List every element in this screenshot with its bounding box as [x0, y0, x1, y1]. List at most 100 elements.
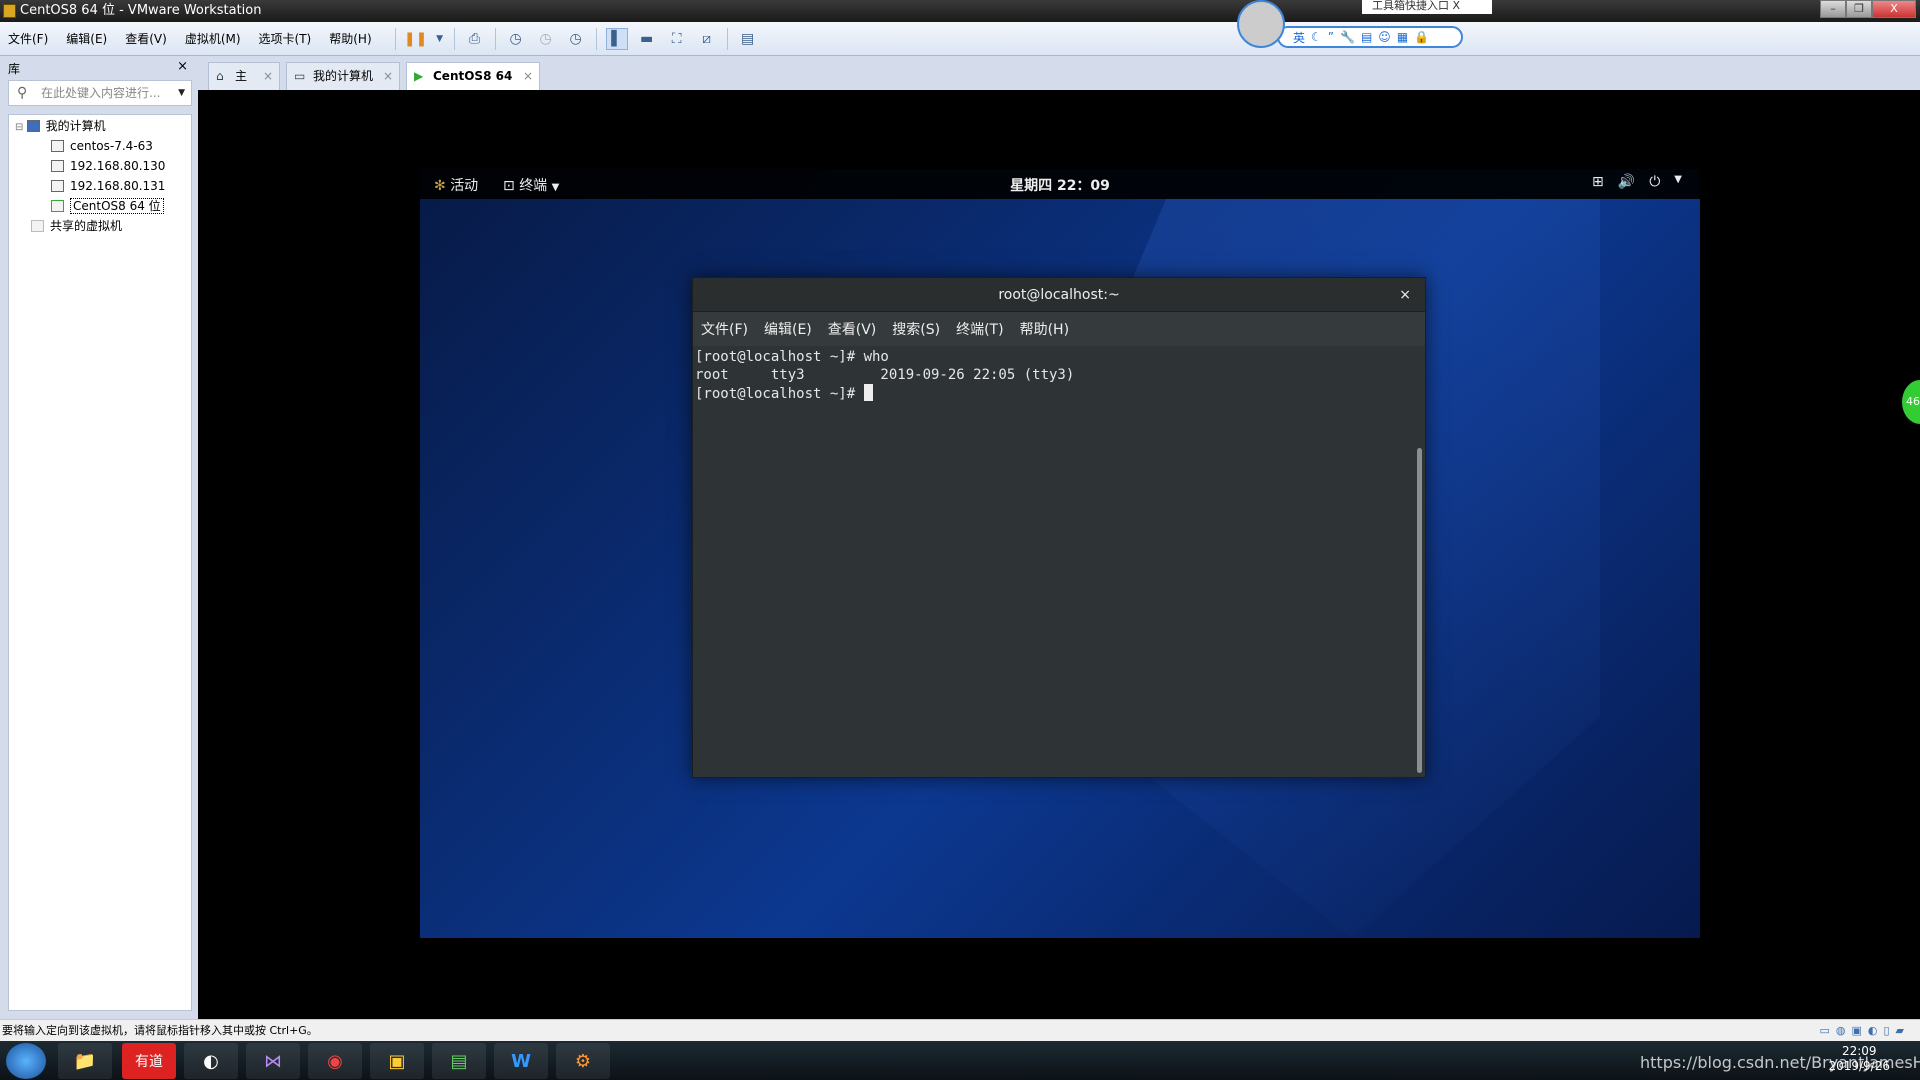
menu-edit[interactable]: 编辑(E): [66, 30, 107, 47]
taskbar-browser-icon[interactable]: ◐: [184, 1043, 238, 1079]
term-menu-view[interactable]: 查看(V): [828, 319, 877, 339]
ime-tooltip: 工具箱快捷入口 X: [1362, 0, 1492, 14]
search-icon: ⚲: [17, 85, 28, 101]
moon-icon[interactable]: ☾: [1311, 30, 1322, 44]
emoji-icon[interactable]: ☺: [1378, 30, 1391, 44]
tab-home[interactable]: ⌂主页×: [208, 62, 280, 109]
tree-item-my-computer[interactable]: ⊟ 我的计算机: [15, 117, 106, 135]
taskbar-word-icon[interactable]: W: [494, 1043, 548, 1079]
taskbar-clock[interactable]: 22:09 2019/9/26: [1828, 1044, 1890, 1074]
tree-item-shared[interactable]: 共享的虚拟机: [31, 217, 122, 235]
taskbar-visual-studio-icon[interactable]: ⋈: [246, 1043, 300, 1079]
menu-help[interactable]: 帮助(H): [329, 30, 371, 47]
computer-icon: ▭: [294, 69, 306, 83]
vm-running-icon: ▶: [414, 69, 424, 83]
tooltip-close[interactable]: X: [1453, 0, 1461, 12]
taskbar-chrome-icon[interactable]: ◉: [308, 1043, 362, 1079]
system-tray[interactable]: ⊞ 🔊 ⏻ ▼: [1592, 174, 1682, 190]
vm-running-icon: [51, 200, 64, 212]
computer-icon: [26, 120, 40, 132]
menu-view[interactable]: 查看(V): [125, 30, 167, 47]
snapshot-manager-icon[interactable]: ◷: [565, 28, 587, 50]
library-close-icon[interactable]: ×: [177, 59, 188, 74]
wrench-icon[interactable]: 🔧: [1340, 30, 1355, 44]
taskbar-terminal-icon[interactable]: ▤: [432, 1043, 486, 1079]
console-view-icon[interactable]: ▤: [737, 28, 759, 50]
volume-icon: 🔊: [1617, 174, 1636, 190]
library-tree: ⊟ 我的计算机 centos-7.4-63 192.168.80.130 192…: [8, 114, 192, 1011]
snapshot-icon[interactable]: ◷: [505, 28, 527, 50]
vm-icon: [51, 140, 64, 152]
terminal-menubar: 文件(F) 编辑(E) 查看(V) 搜索(S) 终端(T) 帮助(H): [693, 312, 1425, 346]
device-icons[interactable]: ▭◍▣◐▯▰: [1820, 1020, 1911, 1041]
tree-item-vm-selected[interactable]: CentOS8 64 位: [51, 197, 164, 215]
vm-icon: [51, 160, 64, 172]
tab-close-icon[interactable]: ×: [523, 63, 533, 89]
clipboard-icon[interactable]: ▤: [1361, 30, 1372, 44]
cursor: [863, 384, 873, 401]
tab-my-computer[interactable]: ▭ 我的计算机 ×: [286, 62, 400, 90]
term-menu-file[interactable]: 文件(F): [701, 319, 748, 339]
network-icon: ⊞: [1592, 174, 1604, 190]
taskbar: 📁 有道 ◐ ⋈ ◉ ▣ ▤ W ⚙ https://blog.csdn.net…: [0, 1041, 1920, 1080]
tree-item-vm[interactable]: centos-7.4-63: [51, 137, 153, 155]
restore-button[interactable]: ❐: [1846, 0, 1872, 18]
taskbar-explorer-icon[interactable]: 📁: [58, 1043, 112, 1079]
vm-icon: [51, 180, 64, 192]
minimize-button[interactable]: –: [1820, 0, 1846, 18]
term-menu-edit[interactable]: 编辑(E): [764, 319, 812, 339]
power-icon: ⏻: [1649, 174, 1661, 190]
terminal-window[interactable]: root@localhost:~ × 文件(F) 编辑(E) 查看(V) 搜索(S…: [692, 277, 1426, 778]
revert-snapshot-icon[interactable]: ◷: [535, 28, 557, 50]
status-message: 要将输入定向到该虚拟机，请将鼠标指针移入其中或按 Ctrl+G。: [2, 1024, 318, 1037]
tree-item-vm[interactable]: 192.168.80.130: [51, 157, 165, 175]
window-title: CentOS8 64 位 - VMware Workstation: [20, 3, 262, 18]
ime-avatar[interactable]: [1237, 0, 1285, 48]
lock-icon[interactable]: 🔒: [1414, 30, 1429, 44]
chevron-down-icon: ▼: [1674, 174, 1682, 185]
term-menu-help[interactable]: 帮助(H): [1020, 319, 1069, 339]
chevron-down-icon[interactable]: ▼: [435, 28, 445, 50]
taskbar-app-icon[interactable]: ▣: [370, 1043, 424, 1079]
clock[interactable]: 星期四 22：09: [420, 175, 1700, 195]
term-menu-search[interactable]: 搜索(S): [892, 319, 940, 339]
punctuation-icon[interactable]: ”: [1328, 30, 1334, 44]
terminal-titlebar: root@localhost:~ ×: [693, 278, 1425, 312]
library-search-input[interactable]: ⚲ 在此处键入内容进行... ▼: [8, 80, 192, 106]
send-ctrl-alt-del-icon[interactable]: ⎙: [464, 28, 486, 50]
menu-tabs[interactable]: 选项卡(T): [259, 30, 312, 47]
pause-icon[interactable]: ❚❚: [404, 28, 427, 50]
ime-toolbar: 工具箱快捷入口 X 英 ☾ ” 🔧 ▤ ☺ ▦ 🔒: [1237, 0, 1492, 51]
tree-item-vm[interactable]: 192.168.80.131: [51, 177, 165, 195]
thumbnail-bar-icon[interactable]: ▬: [636, 28, 658, 50]
gnome-topbar: ✻ 活动 ⊡ 终端 ▼ 星期四 22：09 ⊞ 🔊 ⏻ ▼: [420, 169, 1700, 199]
menu-file[interactable]: 文件(F): [8, 30, 48, 47]
library-view-icon[interactable]: ▌: [605, 27, 628, 50]
unity-icon[interactable]: ⧄: [696, 28, 718, 50]
close-icon[interactable]: ×: [1399, 278, 1411, 312]
library-panel: 库 × ⚲ 在此处键入内容进行... ▼ ⊟ 我的计算机 centos-7.4-63…: [0, 56, 198, 1019]
menubar: 文件(F) 编辑(E) 查看(V) 虚拟机(M) 选项卡(T) 帮助(H) ❚❚…: [0, 22, 1920, 56]
taskbar-ide-icon[interactable]: ⚙: [556, 1043, 610, 1079]
fullscreen-icon[interactable]: ⛶: [666, 28, 688, 50]
tab-close-icon[interactable]: ×: [263, 63, 273, 89]
taskbar-youdao-icon[interactable]: 有道: [122, 1043, 176, 1079]
home-icon: ⌂: [216, 69, 224, 83]
terminal-line: root tty3 2019-09-26 22:05 (tty3): [695, 367, 1075, 383]
term-menu-terminal[interactable]: 终端(T): [956, 319, 1003, 339]
scrollbar[interactable]: [1417, 448, 1422, 773]
close-button[interactable]: X: [1872, 0, 1916, 18]
chevron-down-icon[interactable]: ▼: [178, 81, 185, 105]
window-titlebar: CentOS8 64 位 - VMware Workstation – ❐ X: [0, 0, 1920, 22]
tab-close-icon[interactable]: ×: [383, 63, 393, 89]
tab-centos8[interactable]: ▶CentOS8 64 位×: [406, 62, 540, 109]
menu-vm[interactable]: 虚拟机(M): [185, 30, 241, 47]
ime-lang[interactable]: 英: [1293, 29, 1305, 46]
apps-icon[interactable]: ▦: [1397, 30, 1408, 44]
terminal-output[interactable]: [root@localhost ~]# who root tty3 2019-09…: [693, 346, 1415, 777]
library-title: 库: [8, 62, 21, 76]
tab-strip: ⌂主页× ▭我的计算机× ▶CentOS8 64 位×: [0, 56, 1920, 109]
shared-vm-icon: [31, 220, 44, 232]
terminal-title: root@localhost:~: [998, 287, 1120, 303]
start-button[interactable]: [6, 1043, 46, 1079]
